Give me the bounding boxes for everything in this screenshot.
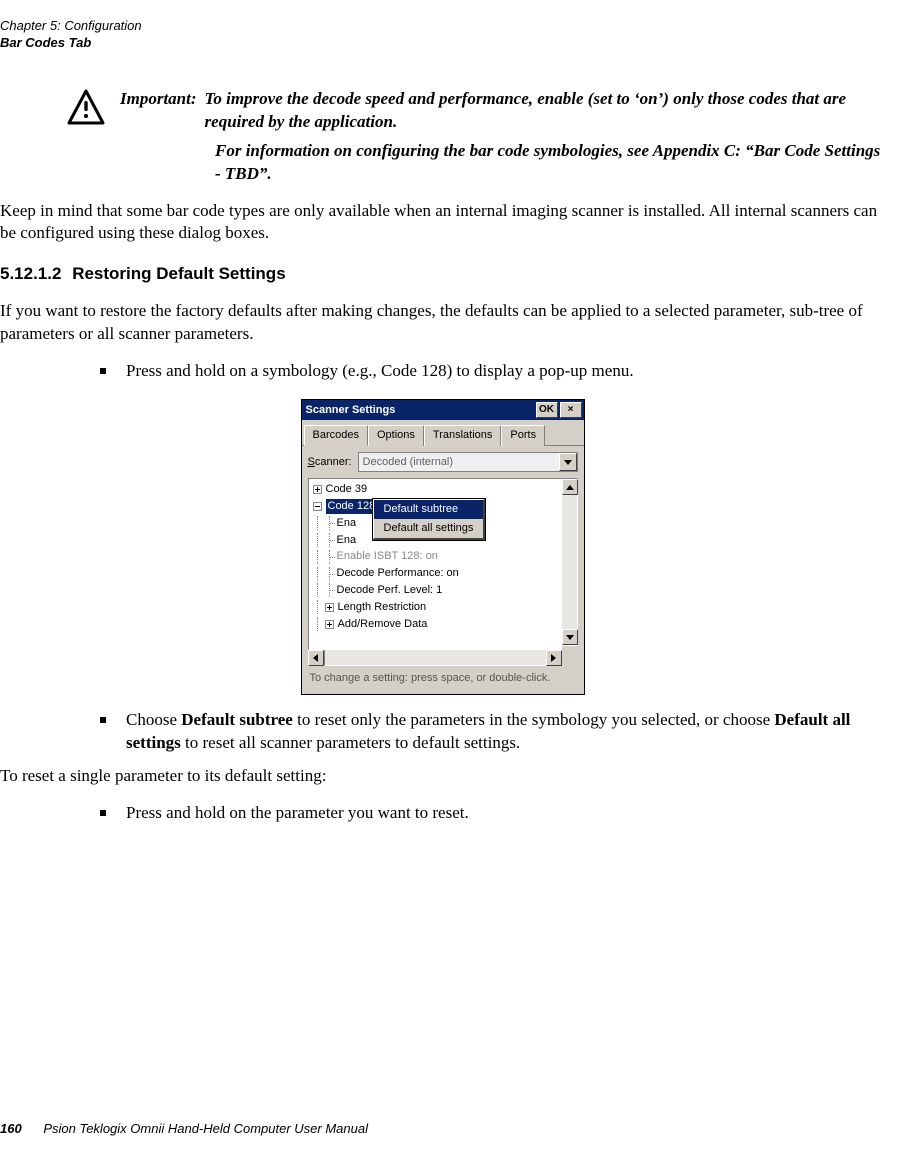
vertical-scrollbar[interactable] bbox=[562, 478, 578, 646]
important-callout: Important: To improve the decode speed a… bbox=[66, 88, 887, 186]
scrollbar-corner bbox=[562, 650, 578, 666]
dialog-window: Scanner Settings OK × Barcodes Options T… bbox=[301, 399, 585, 695]
hscrollbar-track[interactable] bbox=[324, 650, 546, 666]
bullet-icon bbox=[100, 810, 106, 816]
bullet-2-text: Choose Default subtree to reset only the… bbox=[126, 709, 887, 755]
expand-icon[interactable] bbox=[325, 603, 334, 612]
tree-node-length-restriction[interactable]: Length Restriction bbox=[309, 599, 561, 616]
tree-node-enable-isbt[interactable]: Enable ISBT 128: on bbox=[309, 548, 561, 565]
tab-ports[interactable]: Ports bbox=[501, 425, 545, 446]
bullet-icon bbox=[100, 368, 106, 374]
bullet-2: Choose Default subtree to reset only the… bbox=[100, 709, 887, 755]
scanner-combo-value: Decoded (internal) bbox=[359, 455, 559, 470]
hint-text: To change a setting: press space, or dou… bbox=[308, 666, 578, 690]
tree-node-code128-label: Code 128 bbox=[326, 499, 378, 514]
section-heading: 5.12.1.2 Restoring Default Settings bbox=[0, 263, 887, 286]
important-para1: To improve the decode speed and performa… bbox=[205, 88, 887, 134]
tree-node-decode-perf[interactable]: Decode Performance: on bbox=[309, 565, 561, 582]
section-intro: If you want to restore the factory defau… bbox=[0, 300, 887, 346]
footer: 160 Psion Teklogix Omnii Hand-Held Compu… bbox=[0, 1120, 368, 1138]
expand-icon[interactable] bbox=[325, 620, 334, 629]
scanner-combo[interactable]: Decoded (internal) bbox=[358, 452, 578, 472]
figure-scanner-settings: Scanner Settings OK × Barcodes Options T… bbox=[301, 399, 587, 695]
scroll-right-icon[interactable] bbox=[546, 650, 562, 666]
context-menu[interactable]: Default subtree Default all settings bbox=[373, 499, 486, 540]
menu-default-all-settings[interactable]: Default all settings bbox=[374, 519, 484, 538]
para-reset-single: To reset a single parameter to its defau… bbox=[0, 765, 887, 788]
horizontal-scrollbar[interactable] bbox=[308, 650, 578, 666]
bold-default-subtree: Default subtree bbox=[181, 710, 293, 729]
scroll-down-icon[interactable] bbox=[562, 629, 578, 645]
bullet-1: Press and hold on a symbology (e.g., Cod… bbox=[100, 360, 887, 383]
scanner-label: Scanner: bbox=[308, 455, 352, 470]
tab-options[interactable]: Options bbox=[368, 425, 424, 446]
tabstrip: Barcodes Options Translations Ports bbox=[302, 420, 584, 446]
dialog-titlebar[interactable]: Scanner Settings OK × bbox=[302, 400, 584, 420]
important-para2: For information on configuring the bar c… bbox=[215, 140, 887, 186]
menu-default-subtree[interactable]: Default subtree bbox=[374, 500, 484, 519]
tab-barcodes[interactable]: Barcodes bbox=[304, 425, 368, 446]
footer-title: Psion Teklogix Omnii Hand-Held Computer … bbox=[43, 1121, 368, 1136]
dialog-title: Scanner Settings bbox=[306, 403, 534, 418]
bullet-3-text: Press and hold on the parameter you want… bbox=[126, 802, 887, 825]
bullet-1-text: Press and hold on a symbology (e.g., Cod… bbox=[126, 360, 887, 383]
section-heading-title: Restoring Default Settings bbox=[72, 264, 285, 283]
tree-node-add-remove-data[interactable]: Add/Remove Data bbox=[309, 616, 561, 633]
expand-icon[interactable] bbox=[313, 485, 322, 494]
tab-translations[interactable]: Translations bbox=[424, 425, 502, 446]
tree-node-decode-level[interactable]: Decode Perf. Level: 1 bbox=[309, 582, 561, 599]
section-heading-number: 5.12.1.2 bbox=[0, 263, 61, 286]
scrollbar-track[interactable] bbox=[562, 495, 577, 629]
close-button[interactable]: × bbox=[560, 402, 582, 418]
ok-button[interactable]: OK bbox=[536, 402, 558, 418]
warning-icon bbox=[66, 88, 106, 128]
scroll-left-icon[interactable] bbox=[308, 650, 324, 666]
scroll-up-icon[interactable] bbox=[562, 479, 578, 495]
page-number: 160 bbox=[0, 1121, 22, 1136]
important-label: Important: bbox=[120, 88, 197, 111]
running-head-section: Bar Codes Tab bbox=[0, 35, 887, 52]
symbology-tree[interactable]: Code 39 Code 128 Default subtree Default… bbox=[308, 478, 562, 650]
running-head-chapter: Chapter 5: Configuration bbox=[0, 18, 887, 35]
tree-node-code39[interactable]: Code 39 bbox=[309, 481, 561, 498]
bullet-3: Press and hold on the parameter you want… bbox=[100, 802, 887, 825]
collapse-icon[interactable] bbox=[313, 502, 322, 511]
bullet-icon bbox=[100, 717, 106, 723]
scanner-row: Scanner: Decoded (internal) bbox=[308, 452, 578, 472]
body-para-1: Keep in mind that some bar code types ar… bbox=[0, 200, 887, 246]
dropdown-arrow-icon[interactable] bbox=[559, 453, 577, 471]
running-head: Chapter 5: Configuration Bar Codes Tab bbox=[0, 18, 887, 52]
